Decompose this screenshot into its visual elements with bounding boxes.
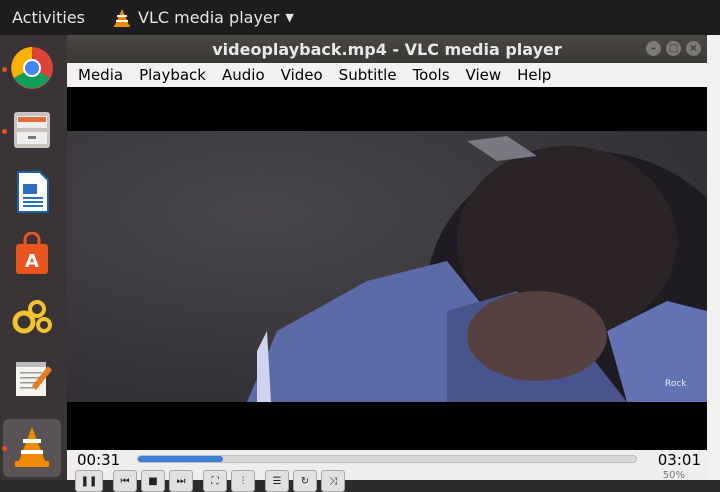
video-area[interactable]: Rock [67,87,707,450]
fullscreen-icon: ⛶ [211,475,219,487]
chevron-down-icon: ▼ [285,11,294,24]
running-indicator [2,446,7,451]
playlist-button[interactable]: ☰ [265,470,289,492]
menu-media[interactable]: Media [78,66,123,84]
window-titlebar[interactable]: videoplayback.mp4 - VLC media player – □… [67,35,707,63]
dock-item-files[interactable] [3,101,61,159]
menu-view[interactable]: View [466,66,502,84]
dock-item-vlc[interactable] [3,419,61,477]
menu-subtitle[interactable]: Subtitle [339,66,397,84]
fullscreen-button[interactable]: ⛶ [203,470,227,492]
background-window [707,35,720,480]
total-time: 03:01 [657,451,701,469]
menu-help[interactable]: Help [517,66,551,84]
shuffle-button[interactable]: ⤨ [321,470,345,492]
menu-audio[interactable]: Audio [222,66,265,84]
vlc-window: videoplayback.mp4 - VLC media player – □… [67,35,707,492]
menu-playback[interactable]: Playback [139,66,206,84]
seek-progress [138,456,223,462]
previous-icon: ⏮ [120,475,130,487]
vlc-cone-icon [114,8,130,27]
minimize-button[interactable]: – [646,41,661,56]
current-time: 00:31 [77,451,121,469]
file-cabinet-icon [14,112,50,148]
dock-item-writer[interactable] [3,163,61,221]
running-indicator [2,129,7,134]
equalizer-icon: ⫶ [241,475,245,487]
extended-settings-button[interactable]: ⫶ [231,470,255,492]
next-button[interactable]: ⏭ [169,470,193,492]
dock-item-software[interactable]: A [3,225,61,283]
loop-icon: ↻ [300,475,310,487]
dock-item-chrome[interactable] [3,39,61,97]
app-menu[interactable]: VLC media player ▼ [112,8,294,28]
app-name: VLC media player [138,8,280,27]
notepad-pencil-icon [16,362,52,396]
dock: A [0,35,67,480]
document-writer-icon [17,171,49,213]
next-icon: ⏭ [176,475,186,487]
chrome-icon [11,47,53,89]
shuffle-icon: ⤨ [329,475,337,487]
gears-icon [12,300,52,334]
dock-item-settings[interactable] [3,287,61,345]
menu-tools[interactable]: Tools [413,66,450,84]
seek-bar[interactable] [137,455,637,463]
volume-level[interactable]: 50% [663,470,685,481]
top-bar: Activities VLC media player ▼ [0,0,720,35]
dock-item-text-editor[interactable] [3,349,61,407]
previous-button[interactable]: ⏮ [113,470,137,492]
window-title: videoplayback.mp4 - VLC media player [212,39,562,59]
menu-bar: Media Playback Audio Video Subtitle Tool… [67,63,707,87]
activities-button[interactable]: Activities [0,8,112,27]
running-indicator [2,67,7,72]
svg-text:A: A [25,251,39,272]
pause-button[interactable]: ❚❚ [75,470,103,492]
vlc-cone-icon [15,427,49,467]
video-frame-image: Rock [247,136,707,402]
menu-video[interactable]: Video [281,66,323,84]
playlist-icon: ☰ [272,475,282,487]
playback-controls: 00:31 03:01 ❚❚ ⏮ ■ ⏭ ⛶ ⫶ ☰ ↻ ⤨ 50% [67,450,707,492]
video-watermark: Rock [665,379,687,389]
video-frame: Rock [67,131,707,402]
close-button[interactable]: × [686,41,701,56]
loop-button[interactable]: ↻ [293,470,317,492]
stop-icon: ■ [148,475,158,487]
stop-button[interactable]: ■ [141,470,165,492]
shopping-bag-icon: A [16,232,48,274]
pause-icon: ❚❚ [80,475,98,487]
maximize-button[interactable]: □ [666,41,681,56]
